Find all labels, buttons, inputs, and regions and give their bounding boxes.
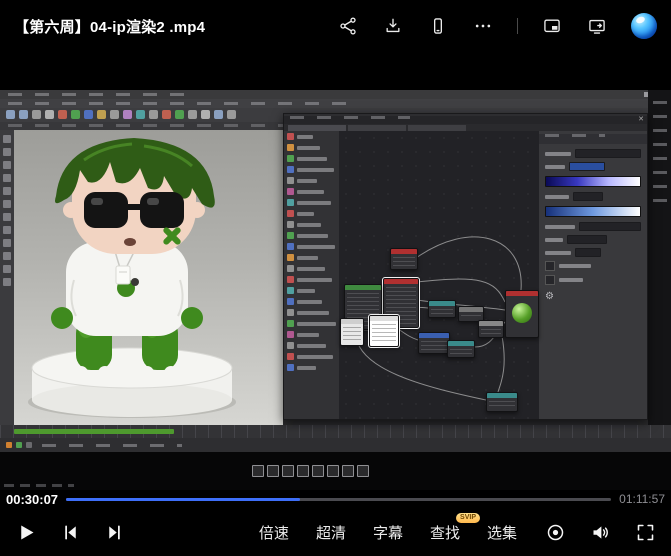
- play-button[interactable]: [14, 520, 38, 544]
- next-icon: [104, 522, 125, 543]
- progress-fill: [66, 498, 300, 501]
- video-surface[interactable]: ✕ ⚙: [0, 70, 671, 490]
- next-episode-button[interactable]: [102, 520, 126, 544]
- header-bar: 【第六周】04-ip渲染2 .mp4: [0, 0, 671, 52]
- previous-episode-button[interactable]: [58, 520, 82, 544]
- current-time: 00:30:07: [6, 492, 58, 507]
- progress-row: 00:30:07 01:11:57: [0, 490, 671, 508]
- fullscreen-icon: [635, 522, 656, 543]
- node-editor-titlebar: ✕: [284, 116, 647, 124]
- tv-cast-button[interactable]: [586, 15, 608, 37]
- c4d-menubar: [0, 99, 671, 108]
- header-divider: [517, 18, 518, 34]
- c4d-viewport: [14, 130, 283, 425]
- node-editor-list: [284, 131, 339, 419]
- node-editor-window: ✕ ⚙: [283, 113, 648, 420]
- episodes-button[interactable]: 选集: [487, 522, 517, 543]
- svip-badge: SVIP: [456, 513, 480, 523]
- c4d-right-panel: [648, 90, 671, 452]
- account-avatar[interactable]: [631, 13, 657, 39]
- volume-icon: [590, 522, 611, 543]
- c4d-timeline: [0, 425, 671, 438]
- video-title: 【第六周】04-ip渲染2 .mp4: [14, 16, 205, 37]
- more-button[interactable]: [472, 15, 494, 37]
- playback-speed-button[interactable]: 倍速: [259, 522, 289, 543]
- tv-cast-icon: [587, 16, 607, 36]
- more-icon: [473, 16, 493, 36]
- c4d-titlebar: [0, 90, 671, 99]
- picture-in-picture-icon: [542, 16, 562, 36]
- download-icon: [383, 16, 403, 36]
- attributes-panel: ⚙: [539, 131, 647, 419]
- record-button[interactable]: [543, 520, 567, 544]
- total-duration: 01:11:57: [619, 492, 665, 506]
- node-editor-canvas: [339, 131, 541, 419]
- record-icon: [545, 522, 566, 543]
- quality-button[interactable]: 超清: [316, 522, 346, 543]
- search-button[interactable]: 查找 SVIP: [430, 522, 460, 543]
- previous-icon: [60, 522, 81, 543]
- download-button[interactable]: [382, 15, 404, 37]
- fullscreen-button[interactable]: [633, 520, 657, 544]
- character-figure: [14, 130, 283, 425]
- video-player-app: 【第六周】04-ip渲染2 .mp4: [0, 0, 671, 556]
- progress-bar[interactable]: [66, 498, 611, 501]
- play-icon: [16, 522, 37, 543]
- video-letterbox-bottom: [0, 452, 671, 490]
- close-icon: ✕: [638, 116, 644, 124]
- share-button[interactable]: [337, 15, 359, 37]
- c4d-left-tools: [0, 130, 14, 425]
- watch-on-phone-button[interactable]: [427, 15, 449, 37]
- picture-in-picture-button[interactable]: [541, 15, 563, 37]
- c4d-statusbar: [0, 438, 671, 452]
- subtitles-button[interactable]: 字幕: [373, 522, 403, 543]
- phone-icon: [428, 16, 448, 36]
- gear-icon: ⚙: [539, 287, 647, 306]
- control-bar: 倍速 超清 字幕 查找 SVIP 选集: [0, 508, 671, 556]
- header-actions: [337, 13, 657, 39]
- volume-button[interactable]: [588, 520, 612, 544]
- share-icon: [338, 16, 358, 36]
- c4d-material-icons: [252, 465, 369, 477]
